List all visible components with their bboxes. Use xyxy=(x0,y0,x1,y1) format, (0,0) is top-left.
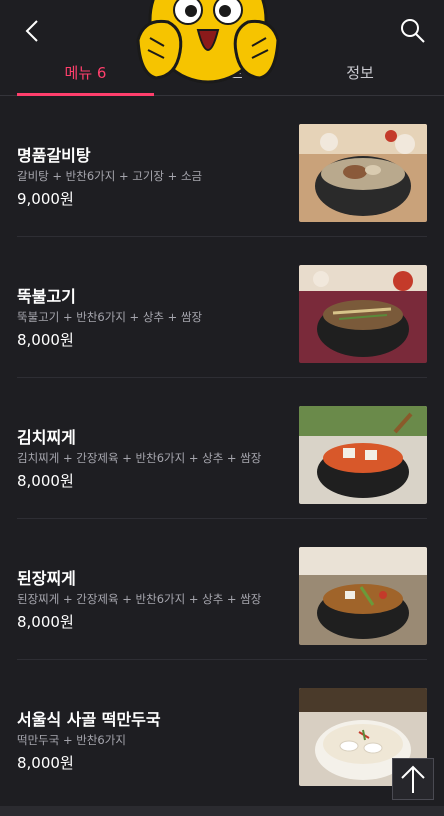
menu-item-image xyxy=(299,547,427,645)
menu-item-price: 9,000원 xyxy=(17,190,74,208)
menu-item-galbitang[interactable]: 명품갈비탕 갈비탕 + 반찬6가지 + 고기장 + 소금 9,000원 xyxy=(17,96,427,237)
menu-item-price: 8,000원 xyxy=(17,754,74,772)
menu-item-doenjang-jjigae[interactable]: 된장찌게 된장찌게 + 간장제육 + 반찬6가지 + 상추 + 쌈장 8,000… xyxy=(17,519,427,660)
search-icon xyxy=(401,19,425,43)
menu-item-description: 김치찌게 + 간장제육 + 반찬6가지 + 상추 + 쌈장 xyxy=(17,451,262,465)
menu-item-ttukbulgogi[interactable]: 뚝불고기 뚝불고기 + 반찬6가지 + 상추 + 쌈장 8,000원 xyxy=(17,237,427,378)
app-header: 메뉴 6 스탬프 정보 xyxy=(0,0,444,96)
menu-item-name: 명품갈비탕 xyxy=(17,146,91,165)
back-button[interactable] xyxy=(16,14,50,48)
menu-item-price: 8,000원 xyxy=(17,331,74,349)
menu-item-image xyxy=(299,406,427,504)
chevron-left-icon xyxy=(25,20,38,42)
menu-item-name: 김치찌게 xyxy=(17,428,76,447)
menu-item-image xyxy=(299,124,427,222)
menu-item-tteok-mandu-guk[interactable]: 서울식 사골 떡만두국 떡만두국 + 반찬6가지 8,000원 xyxy=(17,660,427,800)
menu-item-kimchi-jjigae[interactable]: 김치찌게 김치찌게 + 간장제육 + 반찬6가지 + 상추 + 쌈장 8,000… xyxy=(17,378,427,519)
menu-item-price: 8,000원 xyxy=(17,472,74,490)
search-button[interactable] xyxy=(396,14,430,48)
menu-item-image xyxy=(299,265,427,363)
menu-item-description: 갈비탕 + 반찬6가지 + 고기장 + 소금 xyxy=(17,169,203,183)
menu-item-description: 떡만두국 + 반찬6가지 xyxy=(17,733,126,747)
menu-item-name: 된장찌게 xyxy=(17,569,76,588)
tab-info[interactable]: 정보 xyxy=(286,55,434,94)
menu-item-name: 서울식 사골 떡만두국 xyxy=(17,710,161,729)
menu-item-description: 뚝불고기 + 반찬6가지 + 상추 + 쌈장 xyxy=(17,310,203,324)
menu-item-description: 된장찌게 + 간장제육 + 반찬6가지 + 상추 + 쌈장 xyxy=(17,592,262,606)
arrow-up-icon xyxy=(401,765,425,793)
menu-list: 명품갈비탕 갈비탕 + 반찬6가지 + 고기장 + 소금 9,000원 뚝불고기… xyxy=(0,96,444,800)
menu-item-name: 뚝불고기 xyxy=(17,287,76,306)
scroll-to-top-button[interactable] xyxy=(392,758,434,800)
menu-item-price: 8,000원 xyxy=(17,613,74,631)
bottom-bar xyxy=(0,806,444,816)
ryan-mascot-image xyxy=(134,0,282,88)
